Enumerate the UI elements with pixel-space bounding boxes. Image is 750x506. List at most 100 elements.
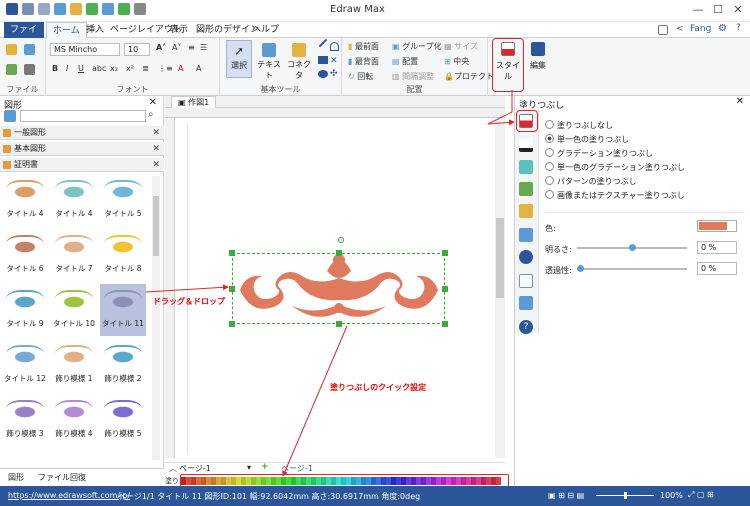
transparency-input[interactable]: 0 % [697,262,737,275]
bring-front-button[interactable]: ▮ 最前面 [348,41,379,52]
protect-button[interactable]: 🔒プロテクト [444,71,494,82]
shape-item[interactable]: タイトル 4 [51,174,97,226]
center-button[interactable]: ⊞ 中央 [444,56,469,67]
italic-icon[interactable]: I [66,64,68,73]
share-icon[interactable]: < [676,24,684,34]
fill-option-solid[interactable]: 単一色の塗りつぶし [545,134,629,145]
tab-shapes[interactable]: 図形 [8,472,24,483]
clipboard-icon[interactable] [6,44,17,55]
shape-item[interactable]: タイトル 12 [2,339,48,391]
shape-item[interactable]: タイトル 8 [100,229,146,281]
page-dropdown-icon[interactable]: ▾ [247,463,251,472]
style-button[interactable]: スタイル [494,40,522,90]
resize-handle[interactable] [442,250,448,256]
rotate-handle[interactable] [338,237,344,243]
shape-item[interactable]: 飾り模様 4 [51,394,97,446]
layers-icon[interactable] [519,204,533,218]
open-icon[interactable] [70,3,82,15]
rotate-button[interactable]: ↻ 回転 [348,71,373,82]
library-close-icon[interactable]: ✕ [149,97,157,108]
line-icon[interactable] [519,138,533,152]
image-icon[interactable] [519,182,533,196]
brightness-input[interactable]: 0 % [697,241,737,254]
library-certificate[interactable]: 証明書 ✕ [0,158,164,172]
line-tool-icon[interactable] [318,38,328,48]
shape-item[interactable]: タイトル 10 [51,284,97,336]
align-button[interactable]: ▤ 配置 [392,56,418,67]
text-button[interactable]: テキスト [254,40,284,80]
resize-handle[interactable] [336,250,342,256]
tab-help[interactable]: ヘルプ [246,22,285,38]
shape-item[interactable]: タイトル 4 [2,174,48,226]
resize-handle[interactable] [229,250,235,256]
superscript-icon[interactable]: x² [126,64,134,73]
add-page-icon[interactable]: + [261,462,269,472]
size-button[interactable]: ▦ サイズ [444,41,478,52]
resize-handle[interactable] [442,286,448,292]
page-collapse-icon[interactable]: ︿ [169,463,177,474]
fill-option-texture[interactable]: 画像またはテクスチャー塗りつぶし [545,190,685,201]
underline-icon[interactable]: U [78,64,84,73]
resize-handle[interactable] [442,321,448,327]
library-close-icon[interactable]: ✕ [152,142,160,156]
view-icons[interactable]: ▣ ⊞ ⊟ ▤ [548,491,584,500]
send-back-button[interactable]: ▮ 最背面 [348,56,379,67]
shape-item[interactable]: タイトル 9 [2,284,48,336]
shape-item[interactable]: タイトル 11 [100,284,146,336]
panel-close-icon[interactable]: ✕ [736,96,744,107]
group-button[interactable]: ▣ グループ化 [392,41,442,52]
shadow-icon[interactable] [519,160,533,174]
fill-icon[interactable] [519,114,533,128]
transparency-slider[interactable] [577,265,687,272]
undo-icon[interactable] [22,3,34,15]
document-icon[interactable] [519,228,533,242]
line-spacing-icon[interactable]: ≣ [142,64,149,73]
paste-icon[interactable] [24,64,35,75]
ornament-shape[interactable] [232,246,446,326]
library-general[interactable]: 一般図形 ✕ [0,126,164,140]
page-select[interactable]: ページ-1 [179,463,211,474]
help-icon[interactable]: ? [736,23,741,33]
shape-item[interactable]: 飾り模様 2 [100,339,146,391]
website-link[interactable]: https://www.edrawsoft.com/jp/ [8,491,130,500]
resize-handle[interactable] [229,286,235,292]
fill-option-none[interactable]: 塗りつぶしなし [545,120,613,131]
close-button[interactable]: ✕ [730,2,746,18]
list-icon[interactable]: ☰ [200,43,207,52]
library-scrollbar[interactable] [152,176,160,460]
shape-item[interactable]: タイトル 5 [100,174,146,226]
font-size-select[interactable]: 10 [124,43,150,56]
comment-icon[interactable] [519,296,533,310]
brightness-slider[interactable] [577,244,687,251]
fill-option-gradient[interactable]: グラデーション塗りつぶし [545,148,653,159]
settings-icon[interactable]: ⚙ [718,23,727,34]
library-basic[interactable]: 基本図形 ✕ [0,142,164,156]
ellipse-tool-icon[interactable] [318,70,328,78]
globe-icon[interactable] [519,250,533,264]
save-icon[interactable] [86,3,98,15]
tab-file[interactable]: ファイル [4,22,44,51]
select-button[interactable]: ➚ 選択 [226,40,252,78]
pen-tool-icon[interactable]: ✣ [330,69,338,79]
search-icon[interactable]: ⌕ [148,109,154,120]
connector-button[interactable]: コネクタ [284,40,314,80]
rect-tool-icon[interactable] [318,56,328,64]
bold-icon[interactable]: B [52,64,58,73]
resize-handle[interactable] [229,321,235,327]
spacing-button[interactable]: ▥ 間隔調整 [392,71,434,82]
color-picker[interactable] [697,220,737,232]
new-icon[interactable] [54,3,66,15]
note-icon[interactable] [519,274,533,288]
shape-item[interactable]: 飾り模様 5 [100,394,146,446]
subscript-icon[interactable]: x₂ [110,64,118,73]
shape-item[interactable]: 飾り模様 3 [2,394,48,446]
fit-icons[interactable]: ⤢ ▢ ⊞ [688,490,714,500]
doc-tab[interactable]: ▣ 作図1 [171,96,217,108]
library-close-icon[interactable]: ✕ [152,126,160,140]
tab-file-recovery[interactable]: ファイル回復 [38,472,86,483]
maximize-button[interactable]: ☐ [710,2,726,18]
zoom-slider[interactable] [596,492,654,499]
library-close-icon[interactable]: ✕ [152,158,160,172]
grow-font-icon[interactable]: A˄ [156,43,166,52]
shape-item[interactable]: タイトル 6 [2,229,48,281]
